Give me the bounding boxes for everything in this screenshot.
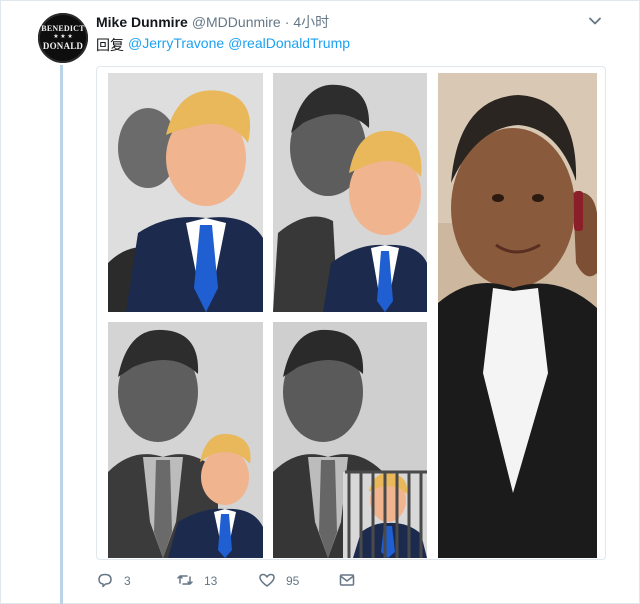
- reply-button[interactable]: 3: [96, 571, 131, 592]
- photo[interactable]: [438, 73, 597, 558]
- timestamp[interactable]: 4小时: [293, 12, 329, 32]
- direct-message-button[interactable]: [338, 571, 356, 592]
- photo[interactable]: [273, 322, 427, 558]
- chevron-down-icon[interactable]: [588, 14, 602, 28]
- like-count: 95: [286, 574, 300, 588]
- heart-icon: [258, 571, 276, 592]
- display-name[interactable]: Mike Dunmire: [96, 14, 188, 30]
- photo[interactable]: [108, 73, 263, 312]
- reply-context: 回复 @JerryTravone @realDonaldTrump: [96, 35, 350, 55]
- retweet-count: 13: [204, 574, 218, 588]
- mention-link[interactable]: @JerryTravone: [128, 35, 224, 55]
- thread-line: [60, 65, 63, 604]
- avatar-top-text: BENEDICT: [41, 24, 85, 33]
- user-handle[interactable]: @MDDunmire: [192, 14, 281, 30]
- retweet-icon: [176, 571, 194, 592]
- media-grid: [96, 66, 606, 560]
- reply-prefix: 回复: [96, 37, 124, 53]
- reply-icon: [96, 571, 114, 592]
- avatar-bottom-text: DONALD: [42, 41, 84, 51]
- reply-count: 3: [124, 574, 131, 588]
- envelope-icon: [338, 571, 356, 592]
- separator-dot: ·: [284, 14, 290, 30]
- like-button[interactable]: 95: [258, 571, 299, 592]
- photo[interactable]: [108, 322, 263, 558]
- mention-link[interactable]: @realDonaldTrump: [228, 35, 350, 55]
- retweet-button[interactable]: 13: [176, 571, 217, 592]
- avatar-star-icon: ★ ★ ★: [53, 34, 73, 40]
- avatar[interactable]: BENEDICT ★ ★ ★ DONALD: [38, 13, 88, 63]
- photo[interactable]: [273, 73, 427, 312]
- tweet-header: Mike Dunmire @MDDunmire · 4小时: [96, 12, 329, 30]
